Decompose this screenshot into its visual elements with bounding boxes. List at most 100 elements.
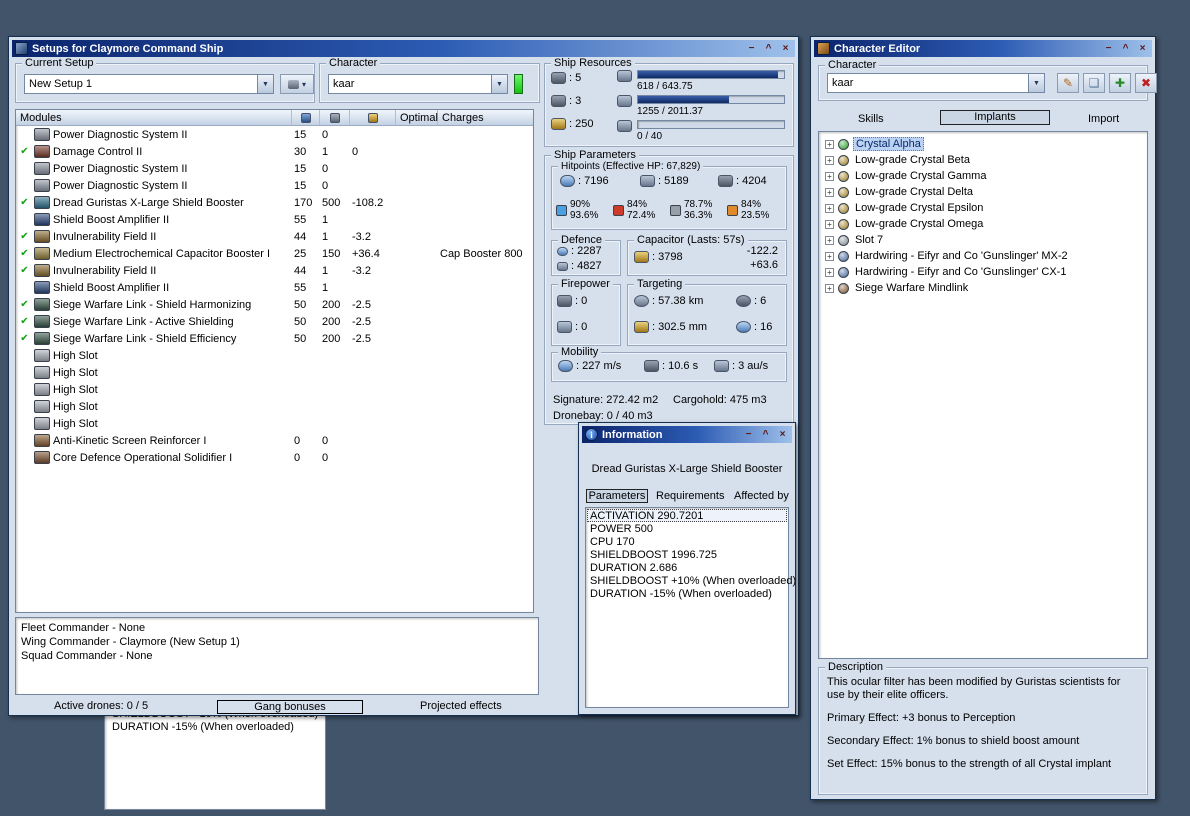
expand-icon[interactable] [825, 267, 834, 277]
implant-row[interactable]: Hardwiring - Eifyr and Co 'Gunslinger' C… [819, 264, 1147, 280]
expand-icon[interactable] [825, 251, 834, 261]
module-row[interactable]: High Slot [16, 381, 533, 398]
character-editor-title: Character Editor [834, 42, 921, 55]
parameter-line[interactable]: DURATION 2.686 [587, 561, 787, 574]
sensor-strength-value: 16 [754, 321, 772, 333]
module-row[interactable]: High Slot [16, 347, 533, 364]
module-row[interactable]: Medium Electrochemical Capacitor Booster… [16, 245, 533, 262]
import-character-button[interactable]: ✚ [1109, 73, 1131, 93]
tab-affected-by[interactable]: Affected by [734, 490, 789, 502]
module-powergrid: 200 [322, 298, 341, 311]
close-icon[interactable] [776, 429, 789, 441]
module-row[interactable]: Power Diagnostic System II 15 0 [16, 160, 533, 177]
module-row[interactable]: Siege Warfare Link - Shield Harmonizing … [16, 296, 533, 313]
charges-column-header[interactable]: Charges [438, 110, 533, 125]
module-row[interactable]: Dread Guristas X-Large Shield Booster 17… [16, 194, 533, 211]
parameter-line[interactable]: SHIELDBOOST 1996.725 [587, 548, 787, 561]
character-select[interactable]: kaar [328, 74, 508, 94]
module-row[interactable]: High Slot [16, 415, 533, 432]
module-row[interactable]: Shield Boost Amplifier II 55 1 [16, 211, 533, 228]
implant-row[interactable]: Siege Warfare Mindlink [819, 280, 1147, 296]
parameter-line[interactable]: DURATION -15% (When overloaded) [109, 720, 321, 733]
close-icon[interactable] [779, 43, 792, 55]
expand-icon[interactable] [825, 235, 834, 245]
active-drones-label: Active drones: 0 / 5 [54, 700, 149, 712]
module-name: Dread Guristas X-Large Shield Booster [53, 196, 244, 209]
character-select[interactable]: kaar [827, 73, 1045, 93]
implant-row[interactable]: Low-grade Crystal Beta [819, 152, 1147, 168]
tab-requirements[interactable]: Requirements [656, 490, 724, 502]
capacitor-column-header[interactable] [350, 110, 396, 125]
gang-bonuses-button[interactable]: Gang bonuses [217, 700, 363, 714]
chevron-down-icon[interactable] [257, 75, 273, 93]
parameter-line[interactable]: SHIELDBOOST +10% (When overloaded) [587, 574, 796, 587]
module-row[interactable]: Invulnerability Field II 44 1 -3.2 [16, 262, 533, 279]
tab-import[interactable]: Import [1088, 113, 1119, 125]
active-check-icon [18, 316, 31, 327]
character-editor-titlebar[interactable]: Character Editor [814, 40, 1152, 57]
module-row[interactable]: High Slot [16, 398, 533, 415]
implant-row[interactable]: Hardwiring - Eifyr and Co 'Gunslinger' M… [819, 248, 1147, 264]
module-icon [34, 145, 50, 158]
expand-icon[interactable] [825, 187, 834, 197]
module-powergrid: 0 [322, 128, 329, 141]
tab-implants[interactable]: Implants [940, 110, 1050, 125]
current-setup-select[interactable]: New Setup 1 [24, 74, 274, 94]
close-icon[interactable] [1136, 43, 1149, 55]
clone-character-button[interactable]: ❏ [1083, 73, 1105, 93]
parameter-line[interactable]: ACTIVATION 290.7201 [587, 509, 787, 522]
delete-character-button[interactable]: ✖ [1135, 73, 1157, 93]
implant-row[interactable]: Low-grade Crystal Delta [819, 184, 1147, 200]
module-powergrid: 0 [322, 162, 329, 175]
dronebay-value: Dronebay: 0 / 40 m3 [553, 410, 653, 422]
module-row[interactable]: Damage Control II 30 1 0 [16, 143, 533, 160]
rollup-icon[interactable] [1119, 43, 1132, 55]
module-row[interactable]: Siege Warfare Link - Active Shielding 50… [16, 313, 533, 330]
module-row[interactable]: Siege Warfare Link - Shield Efficiency 5… [16, 330, 533, 347]
resource-icon [617, 95, 632, 107]
expand-icon[interactable] [825, 219, 834, 229]
powergrid-column-header[interactable] [320, 110, 350, 125]
implant-row[interactable]: Crystal Alpha [819, 136, 1147, 152]
module-row[interactable]: Shield Boost Amplifier II 55 1 [16, 279, 533, 296]
implant-row[interactable]: Low-grade Crystal Omega [819, 216, 1147, 232]
implant-row[interactable]: Low-grade Crystal Gamma [819, 168, 1147, 184]
expand-icon[interactable] [825, 139, 834, 149]
expand-icon[interactable] [825, 171, 834, 181]
module-icon [34, 315, 50, 328]
tab-skills[interactable]: Skills [858, 113, 884, 125]
module-row[interactable]: Core Defence Operational Solidifier I 0 … [16, 449, 533, 466]
rollup-icon[interactable] [762, 43, 775, 55]
minimize-icon[interactable] [745, 43, 758, 55]
chevron-down-icon[interactable] [1028, 74, 1044, 92]
new-character-button[interactable]: ✎ [1057, 73, 1079, 93]
expand-icon[interactable] [825, 203, 834, 213]
expand-icon[interactable] [825, 283, 834, 293]
description-label: Description [825, 661, 887, 674]
chevron-down-icon [302, 78, 306, 90]
setups-titlebar[interactable]: Setups for Claymore Command Ship [12, 40, 795, 57]
projected-effects-label[interactable]: Projected effects [420, 700, 502, 712]
implant-row[interactable]: Slot 7 [819, 232, 1147, 248]
optimal-column-header[interactable]: Optimal [396, 110, 438, 125]
parameter-line[interactable]: CPU 170 [587, 535, 787, 548]
cpu-column-header[interactable] [292, 110, 320, 125]
parameter-line[interactable]: POWER 500 [587, 522, 787, 535]
minimize-icon[interactable] [1102, 43, 1115, 55]
minimize-icon[interactable] [742, 429, 755, 441]
module-row[interactable]: Power Diagnostic System II 15 0 [16, 126, 533, 143]
chevron-down-icon[interactable] [491, 75, 507, 93]
information-titlebar[interactable]: Information [582, 426, 792, 443]
expand-icon[interactable] [825, 155, 834, 165]
parameter-line[interactable]: DURATION -15% (When overloaded) [587, 587, 787, 600]
module-row[interactable]: Power Diagnostic System II 15 0 [16, 177, 533, 194]
implant-row[interactable]: Low-grade Crystal Epsilon [819, 200, 1147, 216]
rollup-icon[interactable] [759, 429, 772, 441]
setup-menu-button[interactable] [280, 74, 314, 94]
module-row[interactable]: Anti-Kinetic Screen Reinforcer I 0 0 [16, 432, 533, 449]
tab-parameters[interactable]: Parameters [586, 489, 648, 503]
module-row[interactable]: Invulnerability Field II 44 1 -3.2 [16, 228, 533, 245]
implant-icon [838, 282, 849, 294]
modules-column-header[interactable]: Modules [16, 110, 292, 125]
module-row[interactable]: High Slot [16, 364, 533, 381]
